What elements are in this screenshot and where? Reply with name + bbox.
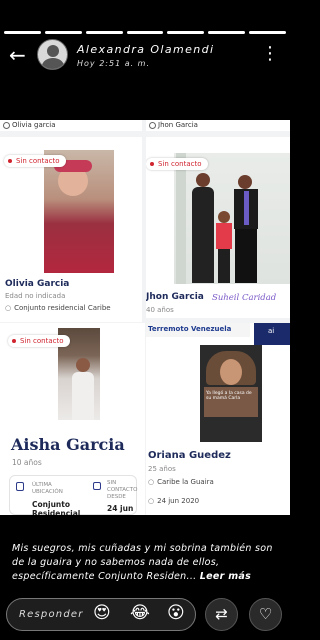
search-field-left: Olivia garcia — [0, 120, 142, 131]
banner-side: ai — [254, 323, 290, 345]
read-more-link[interactable]: Leer más — [200, 571, 251, 582]
progress-segment — [85, 31, 123, 34]
person-name: Jhon Garcia — [146, 292, 204, 302]
photo-caption: Ya llegó a la casa de su mamá Carla — [206, 391, 252, 401]
author-name[interactable]: Alexandra Olamendi — [77, 43, 214, 56]
person-photo — [44, 150, 114, 273]
stat-value: 24 jun — [107, 504, 134, 513]
heart-eyes-reaction-icon[interactable]: 😍 — [93, 603, 111, 623]
person-photo: Ya llegó a la casa de su mamá Carla — [200, 345, 262, 442]
progress-segment — [167, 31, 205, 34]
person-name: Olivia Garcia — [5, 279, 70, 289]
status-badge: Sin contacto — [8, 335, 70, 347]
stats-panel: ÚLTIMA UBICACIÓN Conjunto Residencial SI… — [9, 475, 137, 515]
person-age: 25 años — [148, 465, 176, 473]
post-time: Hoy 2:51 a. m. — [77, 59, 151, 68]
status-badge: Sin contacto — [4, 155, 66, 167]
person-photo — [174, 153, 290, 284]
story-image: Olivia garcia Jhon Garcia Sin contacto O… — [0, 120, 290, 515]
calendar-icon — [93, 482, 101, 490]
back-arrow-icon[interactable]: ← — [9, 45, 26, 65]
banner-title: Terremoto Venezuela — [148, 325, 232, 333]
person-card: Sin contacto Olivia Garcia Edad no indic… — [0, 137, 142, 322]
banner: Terremoto Venezuela — [146, 323, 250, 337]
person-name: Aisha Garcia — [11, 435, 125, 454]
avatar[interactable] — [37, 39, 68, 70]
stat-value: Conjunto Residencial — [32, 500, 81, 515]
person-age: 40 años — [146, 306, 174, 314]
reply-placeholder: Responder — [19, 609, 84, 620]
share-icon[interactable]: ⇄ — [205, 598, 238, 631]
progress-segment — [4, 31, 41, 34]
person-card: Sin contacto Jhon Garcia 40 años Suheil … — [146, 137, 290, 318]
progress-segment — [249, 31, 287, 34]
person-date: 24 jun 2020 — [148, 497, 199, 505]
heart-icon[interactable]: ♡ — [249, 598, 282, 631]
person-location: Caribe la Guaira — [148, 478, 214, 486]
story-progress — [4, 31, 287, 34]
person-age: Edad no indicada — [5, 292, 66, 300]
status-badge: Sin contacto — [146, 158, 208, 170]
stat-label: SIN CONTACTO DESDE — [107, 480, 138, 500]
person-card: Sin contacto Aisha Garcia 10 años ÚLTIMA… — [0, 323, 145, 515]
progress-segment — [44, 31, 82, 34]
story-caption: Mis suegros, mis cuñadas y mi sobrina ta… — [12, 542, 282, 584]
surprised-reaction-icon[interactable]: 😮 — [167, 603, 185, 623]
signature: Suheil Caridad — [212, 293, 277, 303]
person-location: Conjunto residencial Caribe — [5, 304, 111, 312]
person-name: Oriana Guedez — [148, 450, 231, 461]
location-icon — [16, 482, 24, 491]
person-card: Terremoto Venezuela ai Ya llegó a la cas… — [146, 323, 290, 515]
search-field-right: Jhon Garcia — [146, 120, 290, 131]
progress-segment — [126, 31, 164, 34]
stat-label: ÚLTIMA UBICACIÓN — [32, 482, 63, 495]
progress-segment — [208, 31, 246, 34]
laughing-reaction-icon[interactable]: 😂 — [130, 603, 150, 623]
person-age: 10 años — [12, 458, 42, 467]
more-options-icon[interactable]: ⋮ — [261, 45, 279, 63]
